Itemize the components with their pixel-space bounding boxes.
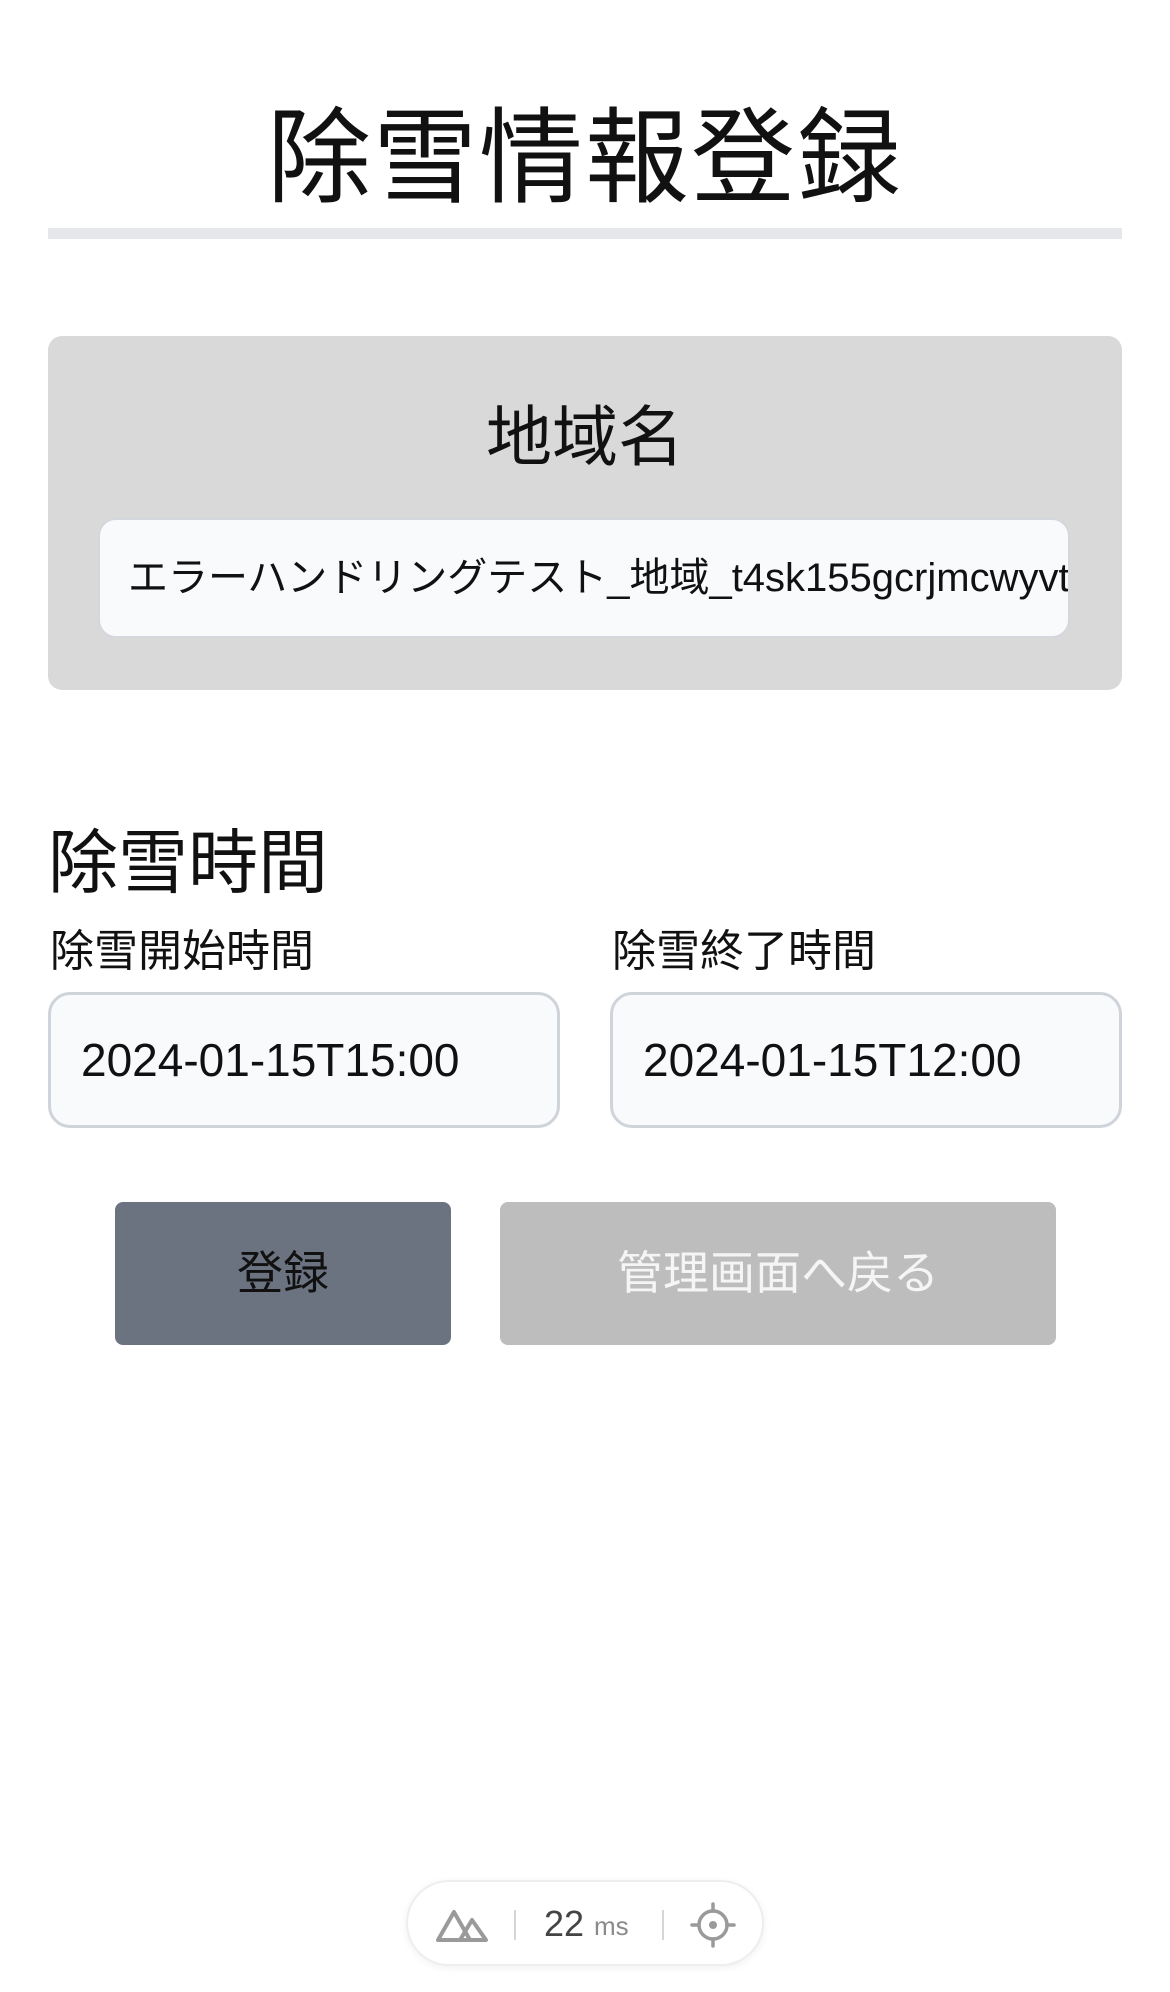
start-time-label: 除雪開始時間 (50, 926, 314, 977)
end-time-input[interactable]: 2024-01-15T12:00 (610, 992, 1122, 1128)
crosshair-icon[interactable] (690, 1902, 736, 1948)
title-divider (48, 228, 1122, 239)
devtools-separator (662, 1910, 664, 1940)
start-time-input[interactable]: 2024-01-15T15:00 (48, 992, 560, 1128)
end-time-label: 除雪終了時間 (612, 926, 876, 977)
render-time-value: 22 (544, 1903, 585, 1944)
page-title: 除雪情報登録 (266, 97, 903, 219)
nuxt-logo-icon[interactable] (434, 1904, 490, 1944)
register-button[interactable]: 登録 (115, 1202, 451, 1345)
back-to-admin-button[interactable]: 管理画面へ戻る (500, 1202, 1056, 1345)
region-card: 地域名 エラーハンドリングテスト_地域_t4sk155gcrjmcwyvtrl (48, 336, 1122, 690)
region-name-input[interactable]: エラーハンドリングテスト_地域_t4sk155gcrjmcwyvtrl (98, 518, 1070, 638)
devtools-pill[interactable]: 22 ms (406, 1880, 764, 1966)
snow-time-heading: 除雪時間 (48, 822, 328, 904)
render-time-unit: ms (594, 1911, 629, 1941)
devtools-separator (514, 1910, 516, 1940)
region-name-label: 地域名 (486, 399, 684, 476)
